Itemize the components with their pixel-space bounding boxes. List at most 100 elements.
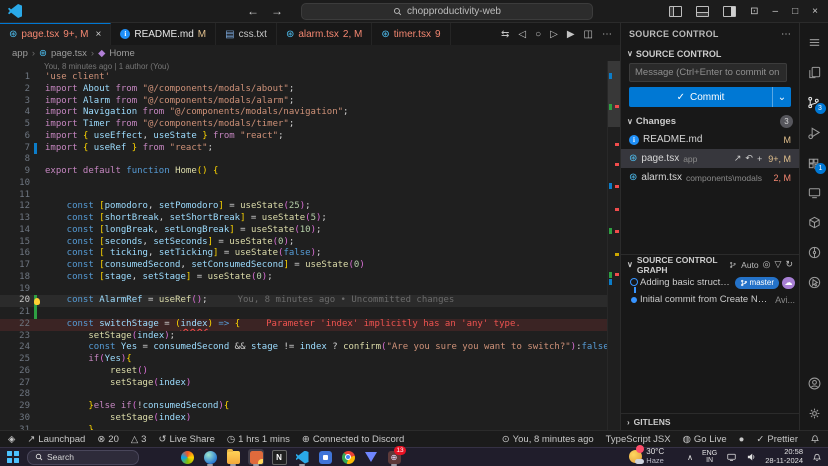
taskbar-app-discord[interactable]: ⊕13 [386,449,402,465]
gitlens-section-header[interactable]: › GITLENS [621,413,799,430]
code-line[interactable]: 31 } [0,425,620,431]
split-editor-icon[interactable]: ◫ [584,29,593,40]
editor-tab-page.tsx[interactable]: ⊛page.tsx9+, M× [0,23,111,45]
screencast-icon[interactable] [726,452,737,462]
graph-filter-icon[interactable]: ▽ [775,259,782,270]
activity-gbranch[interactable] [800,237,828,267]
breadcrumb-symbol[interactable]: Home [109,48,134,59]
language-indicator[interactable]: ENG IN [702,450,717,465]
toggle-secondary-sidebar-icon[interactable] [723,6,736,17]
scm-section-header[interactable]: ∨ SOURCE CONTROL [621,45,799,62]
clock-widget[interactable]: 20:58 28-11-2024 [765,448,803,465]
commit-row[interactable]: Adding basic structure a...master☁ [621,274,799,291]
code-line[interactable]: 20 const AlarmRef = useRef();You, 8 minu… [0,295,620,307]
commit-dropdown-button[interactable]: ⌄ [772,87,791,107]
code-line[interactable]: 30 setStage(index) [0,413,620,425]
window-restore-button[interactable]: □ [792,6,798,17]
graph-auto-label[interactable]: Auto [741,260,759,270]
code-editor[interactable]: You, 8 minutes ago | 1 author (You) 1'us… [0,61,620,430]
open-file-icon[interactable]: ↗ [734,153,742,164]
taskbar-app-vscode[interactable] [294,449,310,465]
commit-row[interactable]: Initial commit from Create Next AppAvi..… [621,291,799,308]
commit-button[interactable]: ✓ Commit ⌄ [629,87,791,107]
scm-file-README.md[interactable]: iREADME.mdM [621,130,799,149]
activity-menu[interactable] [800,27,828,57]
editor-tab-alarm.tsx[interactable]: ⊛alarm.tsx2, M [277,23,372,45]
graph-refresh-icon[interactable]: ↻ [785,259,793,270]
code-line[interactable]: 4import Navigation from "@/components/mo… [0,107,620,119]
taskbar-app-drive[interactable] [363,449,379,465]
open-changes-icon[interactable]: ⇆ [501,29,509,40]
statusbar-typescript-jsx[interactable]: TypeScript JSX [606,434,671,445]
activity-debug[interactable] [800,117,828,147]
code-line[interactable]: 11 [0,190,620,202]
activity-screen[interactable] [800,177,828,207]
code-line[interactable]: 13 const [shortBreak, setShortBreak] = u… [0,213,620,225]
statusbar-launchpad[interactable]: ↗Launchpad [27,434,85,445]
statusbar-connected-to-discord[interactable]: ⊕Connected to Discord [302,434,404,445]
activity-account[interactable] [800,368,828,398]
code-line[interactable]: 29 }else if(!consumedSecond){ [0,401,620,413]
taskbar-app-edge[interactable] [202,449,218,465]
discard-changes-icon[interactable]: ↶ [745,153,753,164]
code-line[interactable]: 14 const [longBreak, setLongBreak] = use… [0,225,620,237]
weather-widget[interactable]: 30°C Haze [629,448,664,465]
tab-close-icon[interactable]: × [96,29,102,40]
breadcrumb-app[interactable]: app [12,48,28,59]
statusbar-prettier[interactable]: ✓Prettier [756,434,798,445]
code-line[interactable]: 1'use client' [0,72,620,84]
notification-bell-icon[interactable] [812,452,822,463]
statusbar-bell[interactable] [810,434,820,444]
window-close-button[interactable]: × [812,6,818,17]
code-line[interactable]: 22 const switchStage = (index) => {Param… [0,319,620,331]
start-button[interactable] [6,450,20,464]
statusbar-go-live[interactable]: ◍Go Live [683,434,727,445]
codelens-annotation[interactable]: You, 8 minutes ago | 1 author (You) [0,61,620,72]
overview-ruler[interactable] [607,61,620,430]
tray-expand-icon[interactable]: ∧ [687,453,693,462]
statusbar-20[interactable]: ⊗20 [97,434,119,445]
taskbar-app-teams[interactable] [317,449,333,465]
nav-back-icon[interactable]: ← [247,4,259,18]
code-line[interactable]: 5import Timer from "@/components/modals/… [0,119,620,131]
editor-tab-css.txt[interactable]: ▤css.txt [216,23,277,45]
activity-blocks[interactable]: 1 [800,147,828,177]
code-line[interactable]: 15 const [seconds, setSeconds] = useStat… [0,237,620,249]
toggle-panel-icon[interactable] [696,6,709,17]
changes-section-header[interactable]: ∨ Changes 3 [621,113,799,130]
code-line[interactable]: 26 reset() [0,366,620,378]
code-line[interactable]: 18 const [stage, setStage] = useState(0)… [0,272,620,284]
code-line[interactable]: 10 [0,178,620,190]
customize-layout-icon[interactable]: ⊡ [750,6,758,17]
taskbar-app-copilot[interactable] [179,449,195,465]
activity-cube[interactable] [800,207,828,237]
code-line[interactable]: 8 [0,154,620,166]
nav-forward-icon[interactable]: → [271,4,283,18]
scrollbar-slider[interactable] [608,61,620,127]
taskbar-search[interactable]: Search [27,450,139,465]
code-line[interactable]: 16 const [ ticking, setTicking] = useSta… [0,248,620,260]
taskbar-app-taskview[interactable] [156,449,172,465]
next-change-icon[interactable]: ▷ [550,29,558,40]
window-minimize-button[interactable]: – [773,6,779,17]
code-line[interactable]: 17 const [consumedSecond, setConsumedSec… [0,260,620,272]
code-line[interactable]: 9export default function Home() { [0,166,620,178]
code-line[interactable]: 21 [0,307,620,319]
code-line[interactable]: 6import { useEffect, useState } from "re… [0,131,620,143]
code-line[interactable]: 24 const Yes = consumedSecond && stage !… [0,342,620,354]
stage-changes-icon[interactable]: + [757,154,762,164]
lightbulb-icon[interactable] [34,298,40,305]
code-line[interactable]: 3import Alarm from "@/components/modals/… [0,96,620,108]
commit-message-input[interactable] [629,63,787,82]
activity-files[interactable] [800,57,828,87]
previous-change-icon[interactable]: ◁ [518,29,526,40]
command-center-search[interactable]: chopproductivity-web [301,3,593,20]
activity-pointer[interactable] [800,267,828,297]
code-line[interactable]: 27 setStage(index) [0,378,620,390]
run-code-icon[interactable]: ▶ [567,29,575,40]
more-actions-icon[interactable]: ⋯ [602,29,612,40]
statusbar-github[interactable]: ● [739,434,745,445]
code-line[interactable]: 19 [0,284,620,296]
taskbar-app-notion[interactable]: N [271,449,287,465]
code-line[interactable]: 7import { useRef } from "react"; [0,143,620,155]
